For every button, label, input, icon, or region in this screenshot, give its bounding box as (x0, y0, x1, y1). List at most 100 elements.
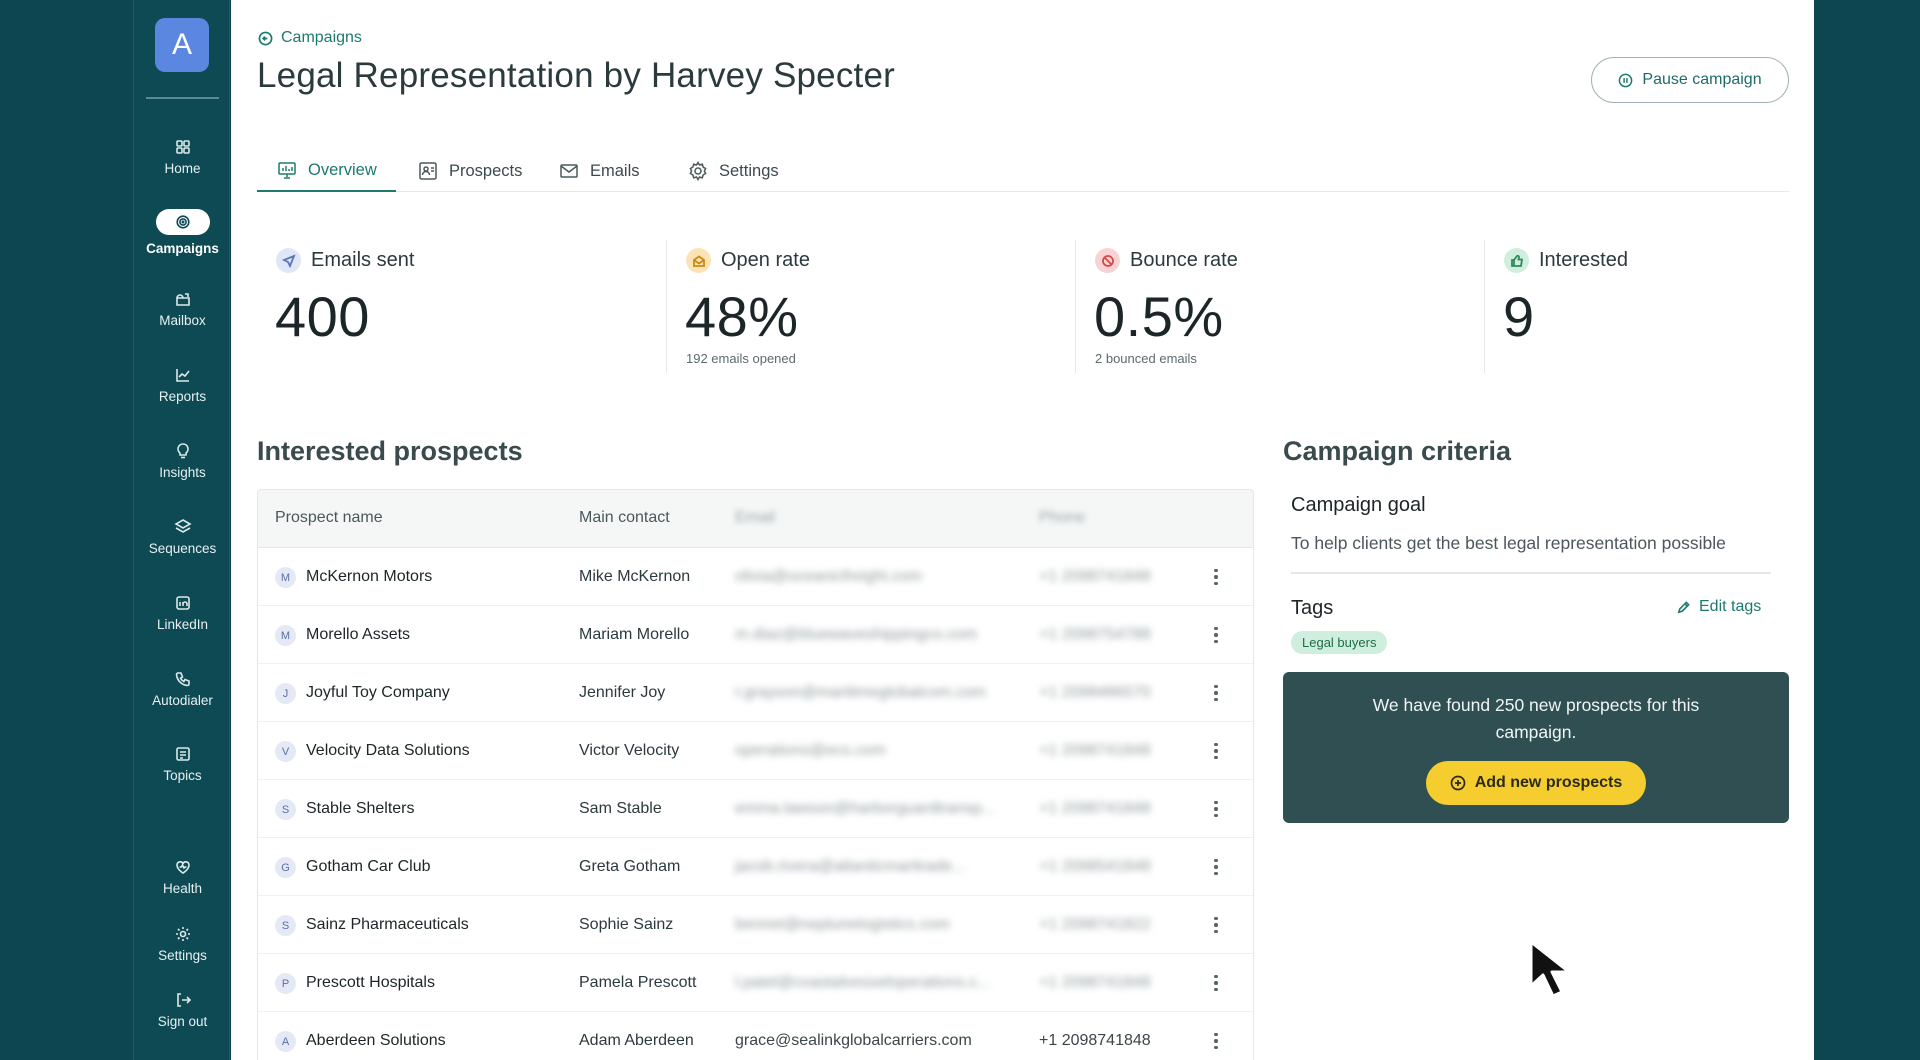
more-options-icon[interactable] (1206, 738, 1226, 764)
sidebar-item-home[interactable]: Home (134, 138, 231, 176)
table-row[interactable]: V Velocity Data Solutions Victor Velocit… (258, 722, 1253, 780)
stat-emails-sent: Emails sent 400 (257, 240, 666, 373)
sidebar-item-linkedin[interactable]: LinkedIn (134, 594, 231, 632)
sidebar-item-label: Reports (158, 389, 207, 404)
email: r.grayson@maritimeglobalcom.com (735, 684, 986, 701)
thumbs-up-icon (1504, 248, 1529, 273)
sidebar-divider (146, 97, 219, 99)
email: operations@ecs.com (735, 742, 886, 759)
more-options-icon[interactable] (1206, 912, 1226, 938)
background-edge (1814, 0, 1920, 1060)
column-header[interactable]: Prospect name (275, 509, 383, 527)
gear-icon (689, 161, 707, 181)
prospect-name[interactable]: Morello Assets (306, 626, 410, 644)
avatar: S (275, 915, 296, 936)
prospect-name[interactable]: Velocity Data Solutions (306, 742, 470, 760)
prospects-table: Prospect name Main contact Email Phone M… (257, 489, 1254, 1060)
table-row[interactable]: M Morello Assets Mariam Morello m.diaz@b… (258, 606, 1253, 664)
pause-campaign-button[interactable]: Pause campaign (1591, 57, 1789, 103)
pause-icon (1619, 73, 1633, 87)
avatar: M (275, 625, 296, 646)
tab-settings[interactable]: Settings (668, 150, 798, 192)
stat-open-rate: Open rate 48% 192 emails opened (666, 240, 1075, 373)
sidebar-item-health[interactable]: Health (134, 858, 231, 896)
prospect-name[interactable]: Gotham Car Club (306, 858, 431, 876)
stat-label: Interested (1539, 249, 1628, 271)
more-options-icon[interactable] (1206, 854, 1226, 880)
sidebar-item-insights[interactable]: Insights (134, 442, 231, 480)
tab-overview[interactable]: Overview (257, 150, 396, 192)
more-options-icon[interactable] (1206, 622, 1226, 648)
mailbox-icon (174, 290, 192, 308)
prospect-name[interactable]: Sainz Pharmaceuticals (306, 916, 469, 934)
edit-tags-link[interactable]: Edit tags (1676, 598, 1761, 616)
main-contact: Mike McKernon (579, 568, 691, 585)
sidebar-item-mailbox[interactable]: Mailbox (134, 290, 231, 328)
sidebar-item-label: Autodialer (152, 693, 213, 708)
more-options-icon[interactable] (1206, 680, 1226, 706)
prospect-name[interactable]: Joyful Toy Company (306, 684, 450, 702)
more-options-icon[interactable] (1206, 564, 1226, 590)
table-row[interactable]: S Stable Shelters Sam Stable emma.lawson… (258, 780, 1253, 838)
tab-emails[interactable]: Emails (539, 150, 659, 192)
linkedin-icon (174, 594, 192, 612)
sidebar-item-sign-out[interactable]: Sign out (134, 991, 231, 1029)
add-new-prospects-label: Add new prospects (1474, 774, 1623, 791)
sidebar-item-label: Health (162, 881, 203, 896)
column-header[interactable]: Email (735, 509, 775, 527)
table-row[interactable]: G Gotham Car Club Greta Gotham jacob.riv… (258, 838, 1253, 896)
avatar: G (275, 857, 296, 878)
sidebar-item-campaigns[interactable]: Campaigns (134, 209, 231, 256)
sidebar-item-autodialer[interactable]: Autodialer (134, 670, 231, 708)
sidebar-item-topics[interactable]: Topics (134, 745, 231, 783)
presentation-chart-icon (278, 162, 296, 179)
campaign-goal-label: Campaign goal (1291, 494, 1426, 516)
edit-tags-label: Edit tags (1699, 598, 1762, 615)
prospect-name[interactable]: Aberdeen Solutions (306, 1032, 446, 1050)
page-title: Legal Representation by Harvey Specter (257, 56, 895, 95)
prospect-name[interactable]: Stable Shelters (306, 800, 415, 818)
sidebar-item-label: Settings (158, 948, 207, 963)
phone: +1 2098741848 (1039, 974, 1151, 991)
column-header[interactable]: Main contact (579, 509, 670, 527)
heart-icon (174, 858, 192, 876)
sidebar-item-reports[interactable]: Reports (134, 366, 231, 404)
email: m.diaz@bluewaveshippingco.com (735, 626, 978, 643)
table-row[interactable]: S Sainz Pharmaceuticals Sophie Sainz ben… (258, 896, 1253, 954)
sidebar-item-settings[interactable]: Settings (134, 925, 231, 963)
table-row[interactable]: M McKernon Motors Mike McKernon olivia@o… (258, 548, 1253, 606)
tag-chip[interactable]: Legal buyers (1291, 631, 1388, 654)
more-options-icon[interactable] (1206, 1028, 1226, 1054)
main-contact: Sophie Sainz (579, 916, 674, 933)
more-options-icon[interactable] (1206, 970, 1226, 996)
avatar: J (275, 683, 296, 704)
breadcrumb[interactable]: Campaigns (258, 29, 362, 47)
email: grace@sealinkglobalcarriers.com (735, 1032, 972, 1049)
main-contact: Greta Gotham (579, 858, 681, 875)
tags-label: Tags (1291, 597, 1334, 619)
sidebar-item-label: Home (164, 161, 201, 176)
sidebar-item-label: Sign out (157, 1014, 208, 1029)
tab-label: Emails (590, 161, 640, 180)
prospect-name[interactable]: Prescott Hospitals (306, 974, 435, 992)
email: l.patel@coastalvesseloperations.c... (735, 974, 991, 991)
tab-label: Prospects (449, 161, 523, 180)
column-header[interactable]: Phone (1039, 509, 1085, 527)
table-row[interactable]: A Aberdeen Solutions Adam Aberdeen grace… (258, 1012, 1253, 1060)
more-options-icon[interactable] (1206, 796, 1226, 822)
sidebar-item-sequences[interactable]: Sequences (134, 518, 231, 556)
phone: +1 2098541848 (1039, 858, 1151, 875)
target-icon (155, 209, 210, 235)
email: jacob.rivera@atlanticmaritrade... (735, 858, 966, 875)
avatar: V (275, 741, 296, 762)
add-new-prospects-button[interactable]: Add new prospects (1426, 761, 1646, 805)
sidebar-item-label: Topics (163, 768, 202, 783)
workspace-avatar[interactable]: A (155, 18, 209, 72)
tab-prospects[interactable]: Prospects (398, 150, 541, 192)
prospect-name[interactable]: McKernon Motors (306, 568, 432, 586)
avatar: P (275, 973, 296, 994)
pencil-icon (1677, 600, 1690, 613)
table-row[interactable]: J Joyful Toy Company Jennifer Joy r.gray… (258, 664, 1253, 722)
interested-prospects-title: Interested prospects (257, 436, 523, 466)
table-row[interactable]: P Prescott Hospitals Pamela Prescott l.p… (258, 954, 1253, 1012)
